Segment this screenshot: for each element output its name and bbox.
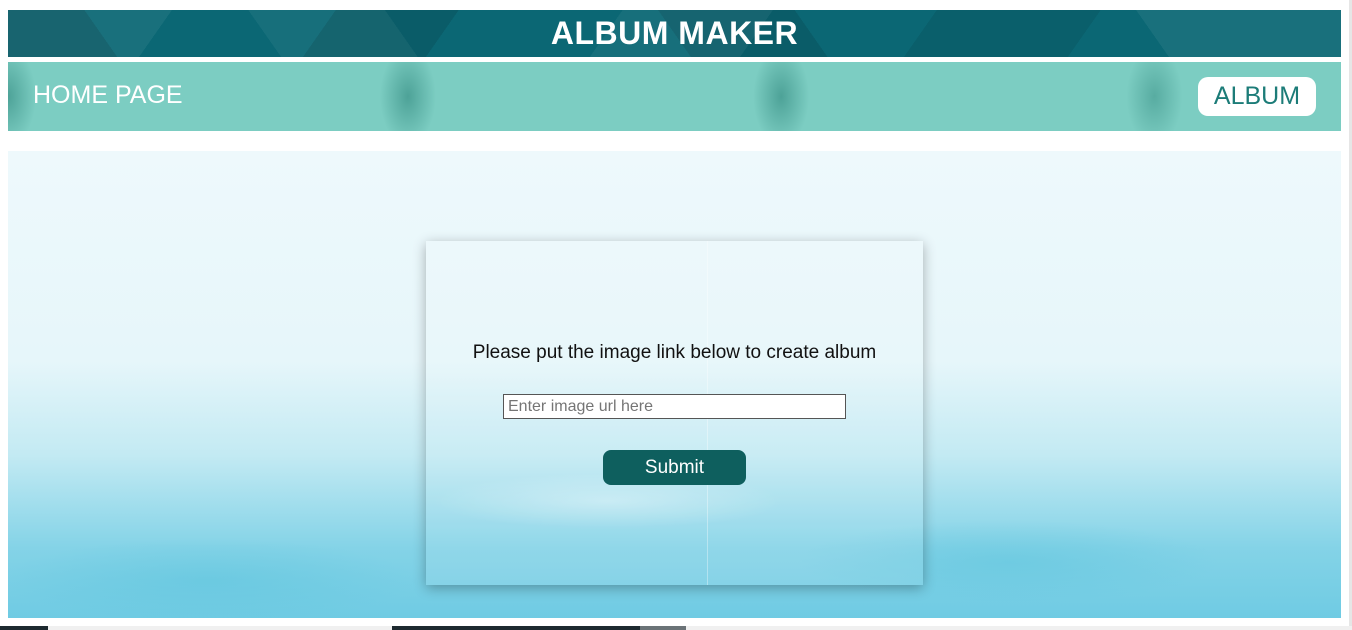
taskbar-strip [0, 626, 1352, 630]
nav-bar: HOME PAGE ALBUM [8, 62, 1341, 131]
site-header: ALBUM MAKER [8, 10, 1341, 57]
submit-button[interactable]: Submit [603, 450, 746, 485]
home-page-link[interactable]: HOME PAGE [33, 81, 183, 110]
page: ALBUM MAKER HOME PAGE ALBUM Please put t… [0, 0, 1352, 630]
image-url-input[interactable] [503, 394, 846, 419]
form-prompt: Please put the image link below to creat… [472, 342, 877, 363]
album-link[interactable]: ALBUM [1198, 77, 1316, 116]
album-form-card: Please put the image link below to creat… [426, 241, 923, 585]
site-title: ALBUM MAKER [550, 15, 799, 51]
main-content: Please put the image link below to creat… [8, 151, 1341, 618]
